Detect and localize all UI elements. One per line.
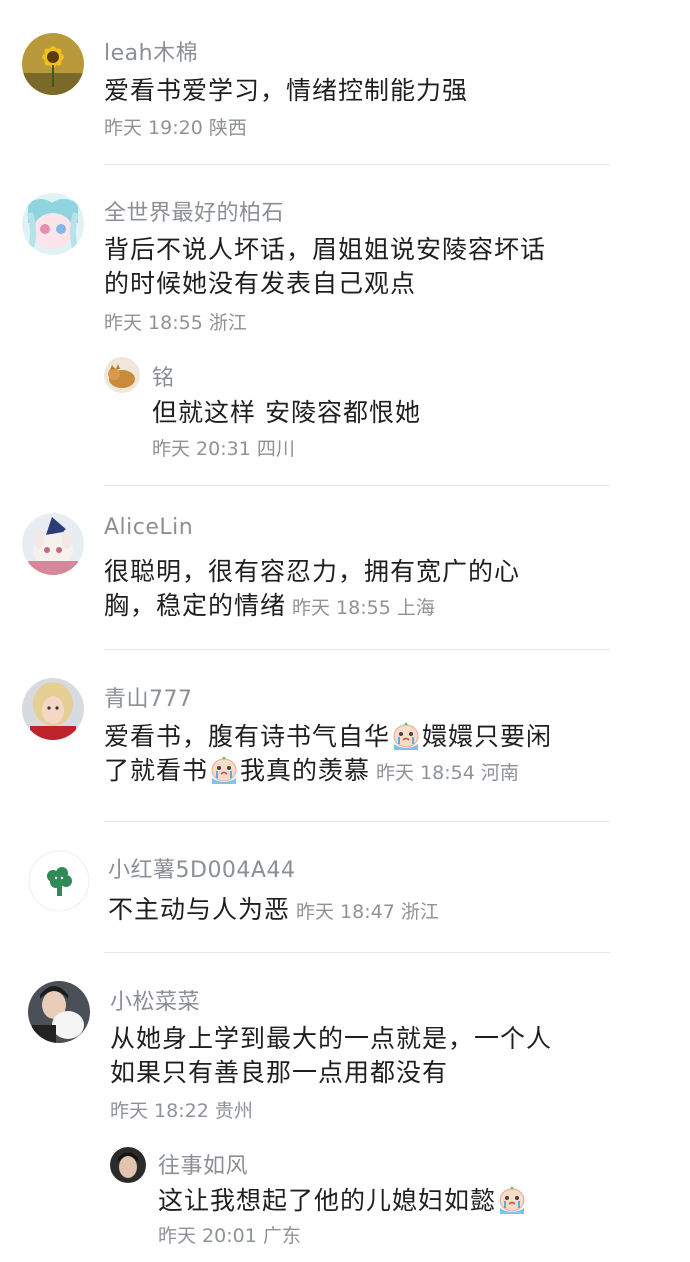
comment-text: 不主动与人为恶 昨天 18:47 浙江 (108, 893, 578, 929)
comment-text: 从她身上学到最大的一点就是，一个人 如果只有善良那一点用都没有 (110, 1022, 590, 1090)
comment-text-content: 我真的羡慕 (240, 756, 371, 785)
comment-time: 昨天 18:55 浙江 (104, 312, 247, 334)
comment-time: 昨天 18:22 贵州 (110, 1100, 253, 1122)
divider (104, 164, 610, 165)
man-holding-cat-avatar[interactable] (28, 981, 90, 1043)
sunflower-avatar[interactable] (22, 33, 84, 95)
broccoli-avatar[interactable] (28, 850, 90, 912)
comment-text-content: 爱看书爱学习，情绪控制能力强 (104, 76, 469, 105)
comment-time: 昨天 19:20 陕西 (104, 117, 247, 139)
comment-text: 爱看书，腹有诗书气自华 嬛嬛只要闲 了就看书 我真的羡慕 昨天 18:54 河南 (104, 720, 604, 790)
cat-avatar[interactable] (104, 357, 140, 393)
comment-username[interactable]: 小松菜菜 (110, 984, 200, 1016)
divider (104, 649, 610, 650)
reply-text-content: 但就这样 安陵容都恨她 (152, 398, 421, 427)
crying-face-emoji-icon (391, 722, 421, 750)
comment-time: 昨天 18:54 河南 (376, 762, 519, 784)
comment-text-line-with-time: 了就看书 我真的羡慕 昨天 18:54 河南 (104, 754, 604, 790)
divider (104, 485, 610, 486)
divider (104, 821, 610, 822)
reply-time: 昨天 20:31 四川 (152, 438, 295, 460)
comment-text-line: 爱看书，腹有诗书气自华 嬛嬛只要闲 (104, 720, 604, 754)
comment-text: 很聪明，很有容忍力，拥有宽广的心 胸，稳定的情绪 昨天 18:55 上海 (104, 555, 574, 625)
comment-text-line: 从她身上学到最大的一点就是，一个人 (110, 1024, 553, 1053)
crying-face-emoji-icon (209, 756, 239, 784)
blonde-girl-avatar[interactable] (22, 678, 84, 740)
reply-username[interactable]: 往事如风 (158, 1148, 248, 1180)
comment-username[interactable]: 全世界最好的柏石 (104, 195, 284, 227)
comment-username[interactable]: 青山777 (104, 681, 193, 713)
comment-thread: leah木棉 爱看书爱学习，情绪控制能力强 昨天 19:20 陕西 全世界最好的… (0, 0, 690, 1262)
comment-text-content: 了就看书 (104, 756, 209, 785)
divider (104, 952, 610, 953)
comment-text-line-with-time: 胸，稳定的情绪 昨天 18:55 上海 (104, 589, 574, 625)
reply-username[interactable]: 铭 (152, 360, 175, 392)
crying-face-emoji-icon (497, 1186, 527, 1214)
comment-username[interactable]: leah木棉 (104, 35, 198, 67)
comment-text-line: 的时候她没有发表自己观点 (104, 269, 417, 298)
bunny-plush-avatar[interactable] (22, 513, 84, 575)
anime-girl-avatar[interactable] (22, 193, 84, 255)
comment-text-content: 胸，稳定的情绪 (104, 591, 287, 620)
comment-text-content: 不主动与人为恶 (108, 895, 291, 924)
comment-username[interactable]: 小红薯5D004A44 (108, 852, 295, 884)
reply-text-content: 这让我想起了他的儿媳妇如懿 (158, 1186, 497, 1215)
comment-text: 背后不说人坏话，眉姐姐说安陵容坏话 的时候她没有发表自己观点 (104, 233, 574, 301)
comment-text: 爱看书爱学习，情绪控制能力强 (104, 74, 574, 108)
reply-time: 昨天 20:01 广东 (158, 1225, 301, 1247)
comment-username[interactable]: AliceLin (104, 515, 193, 540)
man-portrait-avatar[interactable] (110, 1147, 146, 1183)
comment-text-line: 背后不说人坏话，眉姐姐说安陵容坏话 (104, 235, 547, 264)
comment-text-content: 爱看书，腹有诗书气自华 (104, 722, 391, 751)
comment-time: 昨天 18:55 上海 (292, 597, 435, 619)
comment-text-content: 嬛嬛只要闲 (422, 722, 553, 751)
comment-text-line: 很聪明，很有容忍力，拥有宽广的心 (104, 557, 521, 586)
comment-time: 昨天 18:47 浙江 (296, 901, 439, 923)
comment-text-line: 如果只有善良那一点用都没有 (110, 1058, 449, 1087)
reply-text: 但就这样 安陵容都恨她 (152, 396, 622, 430)
reply-text: 这让我想起了他的儿媳妇如懿 (158, 1184, 628, 1218)
